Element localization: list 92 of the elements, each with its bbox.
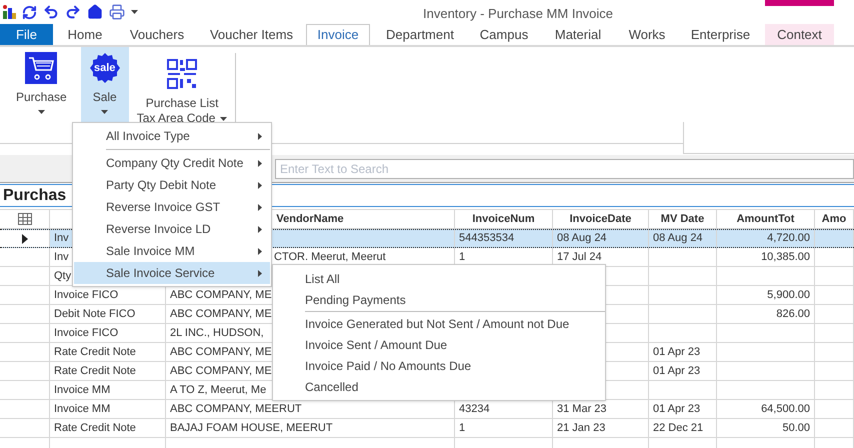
table-cell-text: Inv xyxy=(54,250,69,265)
table-cell-text: Invoice FICO xyxy=(54,326,118,341)
submenu-arrow-icon xyxy=(258,270,262,276)
table-cell-text: Invoice MM xyxy=(54,382,110,398)
sale-badge-icon: sale xyxy=(88,52,121,84)
ribbon-tab[interactable]: Home xyxy=(53,24,117,45)
table-cell-text: 01 Apr 23 xyxy=(653,364,700,379)
table-cell-text: 31 Mar 23 xyxy=(557,402,607,417)
table-cell-text: CTOR. Meerut, Meerut xyxy=(274,250,386,265)
submenu-arrow-icon xyxy=(258,204,262,210)
table-cell-text: Invoice FICO xyxy=(54,288,118,303)
current-row-indicator-icon xyxy=(22,234,28,244)
menu-item[interactable]: List All xyxy=(273,268,605,289)
menu-item[interactable]: All Invoice Type xyxy=(74,125,270,152)
column-header[interactable]: Amo xyxy=(815,210,854,228)
table-cell-text: 544353534 xyxy=(459,231,514,246)
table-cell-text: 43234 xyxy=(459,402,490,417)
table-cell-text: 64,500.00 xyxy=(761,402,810,417)
search-field[interactable]: Enter Text to Search xyxy=(275,158,854,178)
submenu-arrow-icon xyxy=(258,182,262,188)
shopping-cart-icon xyxy=(25,52,58,84)
ribbon-tab[interactable]: Invoice xyxy=(306,24,370,45)
table-cell-text: ABC COMPANY, ME xyxy=(170,364,272,379)
qr-code-icon xyxy=(166,58,198,90)
table-cell-text: 826.00 xyxy=(776,306,810,322)
ribbon-button[interactable]: sale Sale xyxy=(80,47,129,122)
table-cell-text: ABC COMPANY, MEERUT xyxy=(170,402,302,417)
table-cell-text: 10,385.00 xyxy=(761,250,810,265)
dropdown-caret-icon xyxy=(101,110,108,114)
column-header[interactable]: InvoiceNum xyxy=(455,210,553,228)
table-cell-text: Rate Credit Note xyxy=(54,344,136,360)
table-cell-text: BAJAJ FOAM HOUSE, MEERUT xyxy=(170,420,333,436)
grid-row[interactable]: Rate Credit Note BAJAJ FOAM HOUSE, MEERUT 1 21 Jan 23 22 Dec 21 50.00 xyxy=(0,419,854,438)
ribbon-tab[interactable]: Vouchers xyxy=(117,24,197,45)
grid-title: Purchas xyxy=(3,186,66,206)
menu-item[interactable]: Pending Payments xyxy=(273,289,605,313)
table-cell-text: 50.00 xyxy=(782,420,810,436)
table-cell-text: 21 Jan 23 xyxy=(557,420,606,436)
menu-item[interactable]: Sale Invoice Service xyxy=(74,262,270,284)
refresh-icon[interactable] xyxy=(22,4,37,20)
table-cell-text: Inv xyxy=(54,231,69,246)
printer-icon[interactable] xyxy=(109,4,125,20)
redo-icon[interactable] xyxy=(65,4,81,20)
ribbon-button[interactable]: Purchase xyxy=(8,47,75,122)
submenu-arrow-icon xyxy=(258,132,262,140)
column-header[interactable]: MV Date xyxy=(649,210,717,228)
ribbon-tab[interactable]: Material xyxy=(538,24,618,45)
undo-icon[interactable] xyxy=(43,4,59,20)
ribbon-tab[interactable]: Voucher Items xyxy=(197,24,306,45)
file-tab[interactable]: File xyxy=(0,24,53,45)
menu-item[interactable]: Company Qty Credit Note xyxy=(74,152,270,174)
table-cell-text: Rate Credit Note xyxy=(54,364,136,379)
table-cell-text: 17 Jul 24 xyxy=(557,250,602,265)
ribbon-tab[interactable]: Enterprise xyxy=(676,24,765,45)
ribbon-tab[interactable]: Works xyxy=(618,24,676,45)
table-cell-text: 1 xyxy=(459,420,466,436)
table-cell-text: Rate Credit Note xyxy=(54,420,136,436)
menu-item[interactable]: Invoice Sent / Amount Due xyxy=(273,334,605,355)
window-title: Inventory - Purchase MM Invoice xyxy=(423,5,614,23)
table-cell-text: 01 Apr 23 xyxy=(653,344,700,360)
ribbon-tab[interactable]: Department xyxy=(370,24,470,45)
table-cell-text: 1 xyxy=(459,250,466,265)
column-chooser-icon[interactable] xyxy=(18,213,32,225)
table-cell-text: ABC COMPANY, ME xyxy=(170,288,272,303)
table-cell-text: 08 Aug 24 xyxy=(557,231,607,246)
dropdown-caret-icon xyxy=(38,110,45,114)
table-cell-text: A TO Z, Meerut, Me xyxy=(170,382,266,398)
menu-item[interactable]: Invoice Generated but Not Sent / Amount not Due xyxy=(273,313,605,334)
table-cell-text: ABC COMPANY, ME xyxy=(170,344,272,360)
menu-item[interactable]: Party Qty Debit Note xyxy=(74,174,270,196)
table-cell-text: 22 Dec 21 xyxy=(653,420,704,436)
submenu-arrow-icon xyxy=(258,160,262,166)
table-cell-text: 4,720.00 xyxy=(767,231,810,246)
table-cell-text: 01 Apr 23 xyxy=(653,402,700,417)
table-cell-text: Qty xyxy=(54,268,72,284)
submenu-arrow-icon xyxy=(258,226,262,232)
column-header[interactable]: InvoiceDate xyxy=(553,210,649,228)
menu-item[interactable]: Cancelled xyxy=(273,376,605,397)
customize-caret-icon xyxy=(131,10,138,14)
table-cell-text: Debit Note FICO xyxy=(54,306,136,322)
table-cell-text: ABC COMPANY, ME xyxy=(170,306,272,322)
table-cell-text: 5,900.00 xyxy=(767,288,810,303)
table-cell-text: 2L INC., HUDSON, xyxy=(170,326,264,341)
ribbon-tab[interactable]: Campus xyxy=(470,24,538,45)
submenu-arrow-icon xyxy=(258,248,262,254)
menu-item[interactable]: Invoice Paid / No Amounts Due xyxy=(273,355,605,376)
table-cell-text: Invoice MM xyxy=(54,402,110,417)
home-icon[interactable] xyxy=(87,4,103,20)
table-cell-text: 08 Aug 24 xyxy=(653,231,703,246)
column-header[interactable]: AmountTot xyxy=(717,210,815,228)
ribbon-tab[interactable]: Context xyxy=(765,24,834,45)
app-icon xyxy=(2,5,16,19)
